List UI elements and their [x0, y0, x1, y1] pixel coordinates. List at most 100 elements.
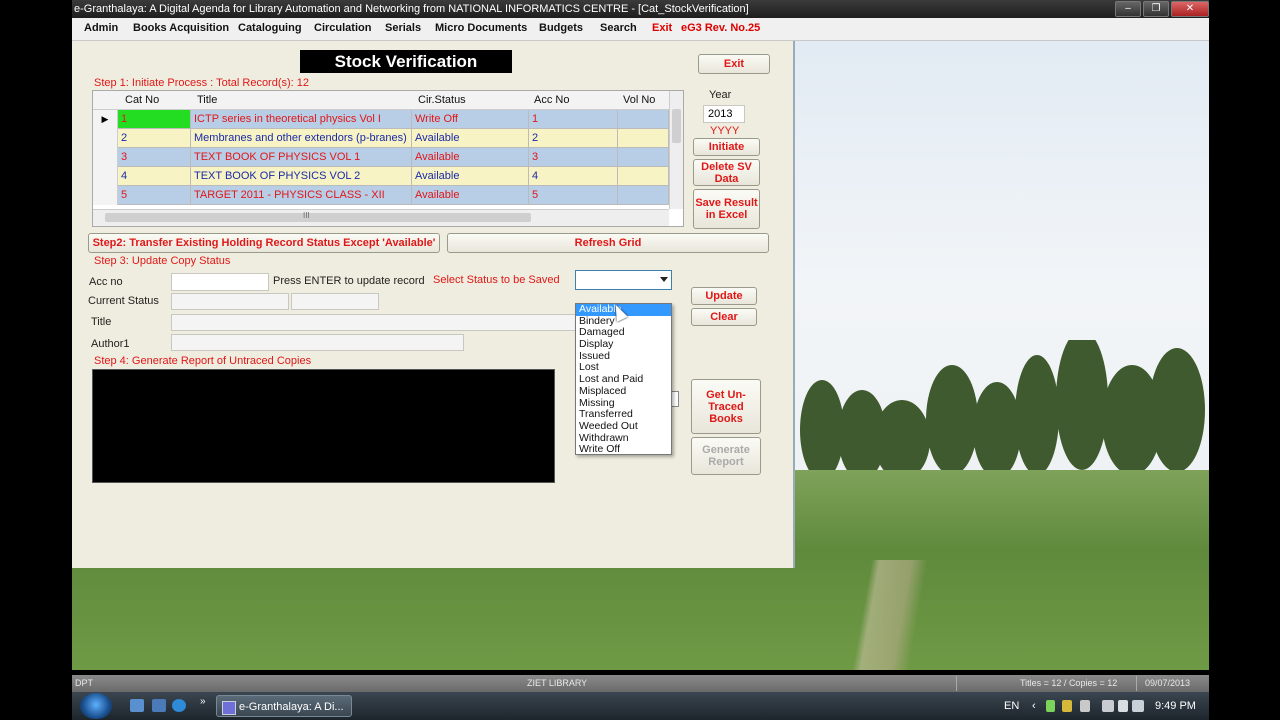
taskbar: » e-Granthalaya: A Di... EN ‹ 9:49 PM — [72, 692, 1209, 720]
cell-acc-no[interactable]: 4 — [529, 167, 618, 186]
show-desktop-icon[interactable] — [130, 699, 144, 712]
minimize-button[interactable]: ‒ — [1115, 1, 1141, 17]
menu-serials[interactable]: Serials — [385, 22, 421, 34]
column-header-title[interactable]: Title — [197, 94, 217, 106]
status-option-display[interactable]: Display — [576, 338, 671, 351]
status-separator — [956, 676, 957, 691]
menu-search[interactable]: Search — [600, 22, 637, 34]
table-row[interactable]: 5 TARGET 2011 - PHYSICS CLASS - XII Avai… — [93, 186, 669, 205]
cell-acc-no[interactable]: 5 — [529, 186, 618, 205]
cell-vol-no[interactable] — [618, 167, 669, 186]
status-select[interactable] — [575, 270, 672, 290]
table-row[interactable]: ▶ 1 ICTP series in theoretical physics V… — [93, 110, 669, 129]
language-indicator[interactable]: EN — [1004, 692, 1019, 720]
cell-acc-no[interactable]: 2 — [529, 129, 618, 148]
row-selector[interactable] — [93, 186, 118, 205]
scrollbar-thumb[interactable] — [672, 109, 681, 143]
row-selector[interactable] — [93, 167, 118, 186]
table-row[interactable]: 2 Membranes and other extendors (p-brane… — [93, 129, 669, 148]
menu-cataloguing[interactable]: Cataloguing — [238, 22, 302, 34]
scroll-grip: III — [303, 211, 310, 220]
quick-launch-more-icon[interactable]: » — [200, 688, 206, 716]
menu-budgets[interactable]: Budgets — [539, 22, 583, 34]
grid-vertical-scrollbar[interactable] — [669, 91, 683, 209]
cell-vol-no[interactable] — [618, 148, 669, 167]
menu-micro-documents[interactable]: Micro Documents — [435, 22, 527, 34]
chevron-left-icon[interactable]: ‹ — [1032, 692, 1036, 720]
maximize-button[interactable]: ❐ — [1143, 1, 1169, 17]
cell-vol-no[interactable] — [618, 186, 669, 205]
cell-cir-status[interactable]: Available — [412, 129, 529, 148]
cell-acc-no[interactable]: 1 — [529, 110, 618, 129]
refresh-grid-button[interactable]: Refresh Grid — [447, 233, 769, 253]
menu-circulation[interactable]: Circulation — [314, 22, 371, 34]
cell-title[interactable]: TARGET 2011 - PHYSICS CLASS - XII — [191, 186, 412, 205]
start-button-icon[interactable] — [80, 693, 112, 719]
cell-cir-status[interactable]: Available — [412, 167, 529, 186]
switch-windows-icon[interactable] — [152, 699, 166, 712]
untraced-report-area — [92, 369, 555, 483]
taskbar-item-egranthalaya[interactable]: e-Granthalaya: A Di... — [216, 695, 352, 717]
power-icon[interactable] — [1118, 700, 1128, 712]
chevron-down-icon[interactable] — [660, 277, 668, 282]
shield-icon[interactable] — [1062, 700, 1072, 712]
status-option-misplaced[interactable]: Misplaced — [576, 385, 671, 398]
cell-vol-no[interactable] — [618, 110, 669, 129]
cell-title[interactable]: Membranes and other extendors (p-branes) — [191, 129, 412, 148]
cell-cir-status[interactable]: Available — [412, 148, 529, 167]
row-selector[interactable] — [93, 129, 118, 148]
network-icon[interactable] — [1102, 700, 1114, 712]
acc-no-input[interactable] — [171, 273, 269, 291]
cell-title[interactable]: ICTP series in theoretical physics Vol I — [191, 110, 412, 129]
cell-title[interactable]: TEXT BOOK OF PHYSICS VOL 2 — [191, 167, 412, 186]
menu-admin[interactable]: Admin — [84, 22, 118, 34]
volume-icon[interactable] — [1132, 700, 1144, 712]
stock-verification-form: Stock Verification Exit Step 1: Initiate… — [72, 41, 795, 568]
taskbar-item-label: e-Granthalaya: A Di... — [239, 701, 344, 713]
scrollbar-thumb[interactable] — [105, 213, 531, 222]
tray-app-icon[interactable] — [1080, 700, 1090, 712]
exit-button[interactable]: Exit — [698, 54, 770, 74]
internet-explorer-icon[interactable] — [172, 699, 186, 712]
grid-horizontal-scrollbar[interactable]: III — [93, 209, 669, 226]
column-header-acc-no[interactable]: Acc No — [534, 94, 569, 106]
close-button[interactable]: ✕ — [1171, 1, 1209, 17]
cell-cir-status[interactable]: Write Off — [412, 110, 529, 129]
cell-acc-no[interactable]: 3 — [529, 148, 618, 167]
status-counts: Titles = 12 / Copies = 12 — [1020, 678, 1118, 688]
cell-cat-no[interactable]: 4 — [118, 167, 191, 186]
get-untraced-books-button[interactable]: Get Un-Traced Books — [691, 379, 761, 434]
status-option-write-off[interactable]: Write Off — [576, 444, 671, 456]
clock[interactable]: 9:49 PM — [1155, 692, 1196, 720]
update-button[interactable]: Update — [691, 287, 757, 305]
cell-cat-no[interactable]: 1 — [118, 110, 191, 129]
menu-bar: Admin Books Acquisition Cataloguing Circ… — [72, 18, 1209, 41]
column-header-vol-no[interactable]: Vol No — [623, 94, 655, 106]
cell-cir-status[interactable]: Available — [412, 186, 529, 205]
cell-cat-no[interactable]: 5 — [118, 186, 191, 205]
menu-books-acquisition[interactable]: Books Acquisition — [133, 22, 229, 34]
window-titlebar[interactable]: e-Granthalaya: A Digital Agenda for Libr… — [72, 0, 1209, 18]
cell-cat-no[interactable]: 2 — [118, 129, 191, 148]
column-header-cat-no[interactable]: Cat No — [125, 94, 159, 106]
save-excel-button[interactable]: Save Result in Excel — [693, 189, 760, 229]
select-status-label: Select Status to be Saved — [433, 274, 560, 286]
initiate-button[interactable]: Initiate — [693, 138, 760, 156]
cell-vol-no[interactable] — [618, 129, 669, 148]
step2-transfer-button[interactable]: Step2: Transfer Existing Holding Record … — [88, 233, 440, 253]
menu-exit[interactable]: Exit — [652, 22, 672, 34]
clear-button[interactable]: Clear — [691, 308, 757, 326]
year-input[interactable]: 2013 — [703, 105, 745, 123]
cell-cat-no[interactable]: 3 — [118, 148, 191, 167]
status-option-weeded-out[interactable]: Weeded Out — [576, 420, 671, 433]
author-field — [171, 334, 464, 351]
status-dropdown-list[interactable]: Available Bindery Damaged Display Issued… — [575, 303, 672, 455]
tray-app-icon[interactable] — [1046, 700, 1055, 712]
table-row[interactable]: 3 TEXT BOOK OF PHYSICS VOL 1 Available 3 — [93, 148, 669, 167]
cell-title[interactable]: TEXT BOOK OF PHYSICS VOL 1 — [191, 148, 412, 167]
table-row[interactable]: 4 TEXT BOOK OF PHYSICS VOL 2 Available 4 — [93, 167, 669, 186]
delete-sv-data-button[interactable]: Delete SV Data — [693, 159, 760, 186]
column-header-cir-status[interactable]: Cir.Status — [418, 94, 466, 106]
records-grid[interactable]: Cat No Title Cir.Status Acc No Vol No ▶ … — [92, 90, 684, 227]
row-selector[interactable] — [93, 148, 118, 167]
